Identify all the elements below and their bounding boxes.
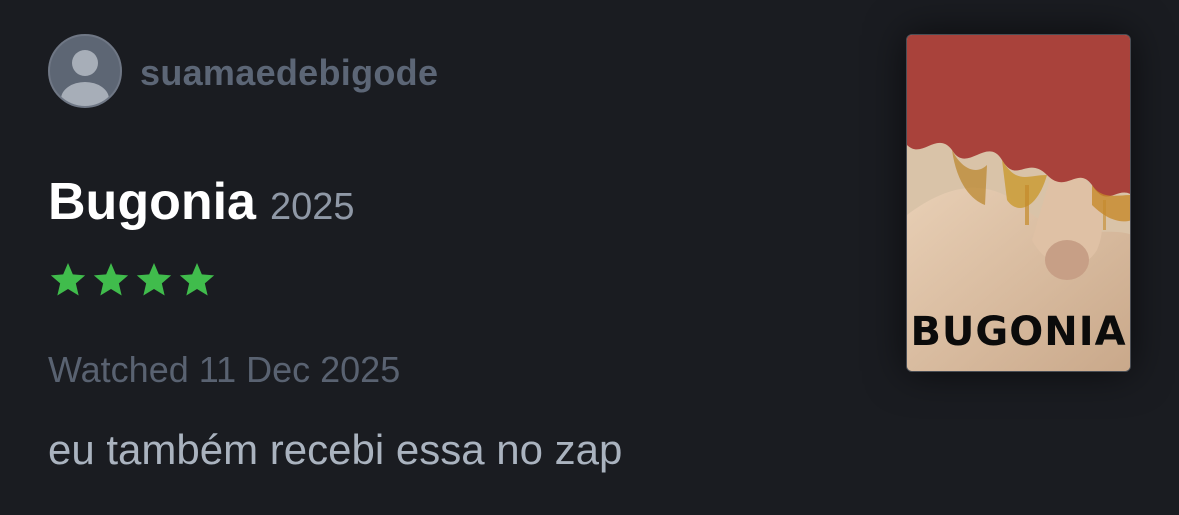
poster-title-text: BUGONIA <box>910 309 1127 355</box>
user-avatar[interactable] <box>48 34 122 108</box>
review-text: eu também recebi essa no zap <box>48 426 623 473</box>
username[interactable]: suamaedebigode <box>140 52 438 94</box>
film-title[interactable]: Bugonia <box>48 172 256 232</box>
star-rating <box>48 260 217 300</box>
watched-date: Watched 11 Dec 2025 <box>48 349 401 390</box>
film-poster[interactable]: BUGONIA <box>906 34 1131 372</box>
default-user-avatar-icon <box>61 50 109 106</box>
film-year[interactable]: 2025 <box>270 186 355 229</box>
film-title-row: Bugonia 2025 <box>48 172 355 232</box>
star-icon <box>179 263 215 296</box>
star-icon <box>93 263 129 296</box>
star-icon <box>50 263 86 296</box>
star-icon <box>136 263 172 296</box>
